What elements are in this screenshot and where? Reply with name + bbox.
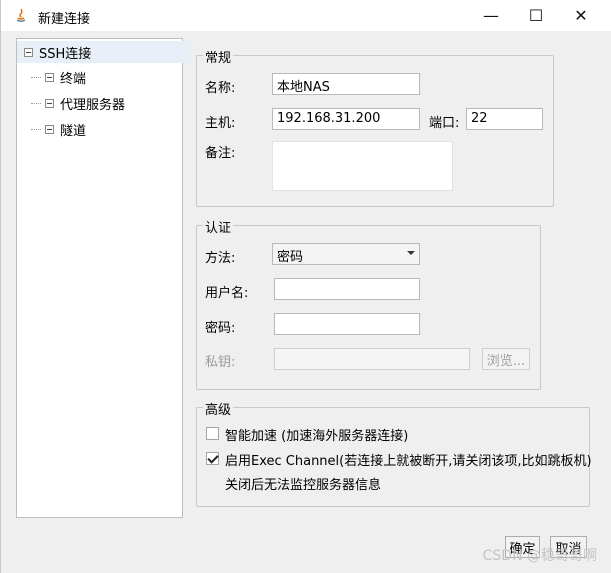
- tree-item-label: 隧道: [60, 123, 87, 139]
- csdn-watermark: CSDN @稳哥哥啊: [482, 548, 597, 564]
- name-label: 名称:: [205, 81, 236, 96]
- minimize-button[interactable]: —: [468, 0, 514, 31]
- port-input[interactable]: 22: [466, 108, 543, 130]
- collapse-icon[interactable]: [45, 98, 54, 108]
- host-input[interactable]: 192.168.31.200: [272, 108, 420, 130]
- auth-legend: 认证: [203, 217, 234, 236]
- username-input[interactable]: [274, 278, 420, 300]
- settings-tree: SSH连接 终端 代理服务器 隧道: [16, 38, 189, 518]
- minimize-icon: —: [483, 6, 499, 25]
- password-label: 密码:: [205, 321, 236, 336]
- maximize-button[interactable]: ☐: [513, 0, 559, 31]
- port-label: 端口:: [429, 116, 460, 131]
- tree-item-proxy[interactable]: 代理服务器: [17, 92, 196, 114]
- collapse-icon[interactable]: [45, 72, 54, 82]
- browse-button[interactable]: 浏览...: [482, 348, 530, 370]
- method-label: 方法:: [205, 251, 236, 266]
- tree-connector: [31, 76, 41, 78]
- tree-item-ssh[interactable]: SSH连接: [17, 41, 189, 63]
- collapse-icon[interactable]: [24, 47, 33, 57]
- tree-item-tunnel[interactable]: 隧道: [17, 118, 196, 140]
- window-title: 新建连接: [38, 12, 91, 27]
- tree-item-terminal[interactable]: 终端: [17, 66, 196, 88]
- advanced-legend: 高级: [203, 399, 234, 418]
- private-key-input[interactable]: [274, 348, 470, 370]
- java-app-icon: [16, 8, 26, 22]
- close-icon: ✕: [574, 6, 588, 25]
- private-key-label: 私钥:: [205, 355, 236, 370]
- host-label: 主机:: [205, 116, 236, 131]
- name-input[interactable]: 本地NAS: [272, 73, 420, 95]
- new-connection-dialog: 新建连接 — ☐ ✕ SSH连接 终端 代理服务器 隧道 常规 名称: 本地NA…: [0, 0, 611, 573]
- tree-connector: [31, 102, 41, 104]
- tree-connector: [31, 128, 41, 130]
- tree-item-label: SSH连接: [39, 46, 92, 62]
- title-bar: 新建连接 — ☐ ✕: [1, 0, 611, 31]
- maximize-icon: ☐: [528, 6, 544, 25]
- general-legend: 常规: [203, 47, 234, 66]
- tree-item-label: 终端: [60, 71, 87, 87]
- note-label: 备注:: [205, 146, 236, 161]
- username-label: 用户名:: [205, 286, 249, 301]
- exec-channel-note: 关闭后无法监控服务器信息: [225, 478, 382, 493]
- note-textarea[interactable]: [272, 141, 453, 191]
- password-input[interactable]: [274, 313, 420, 335]
- close-button[interactable]: ✕: [558, 0, 604, 31]
- smart-accel-checkbox[interactable]: [206, 427, 219, 440]
- exec-channel-label: 启用Exec Channel(若连接上就被断开,请关闭该项,比如跳板机): [225, 454, 592, 469]
- collapse-icon[interactable]: [45, 124, 54, 134]
- tree-item-label: 代理服务器: [60, 97, 126, 113]
- method-select[interactable]: 密码: [272, 243, 420, 265]
- exec-channel-checkbox[interactable]: [206, 452, 219, 465]
- smart-accel-label: 智能加速 (加速海外服务器连接): [225, 429, 409, 444]
- method-select-value: 密码: [277, 250, 304, 265]
- chevron-down-icon: [407, 251, 415, 255]
